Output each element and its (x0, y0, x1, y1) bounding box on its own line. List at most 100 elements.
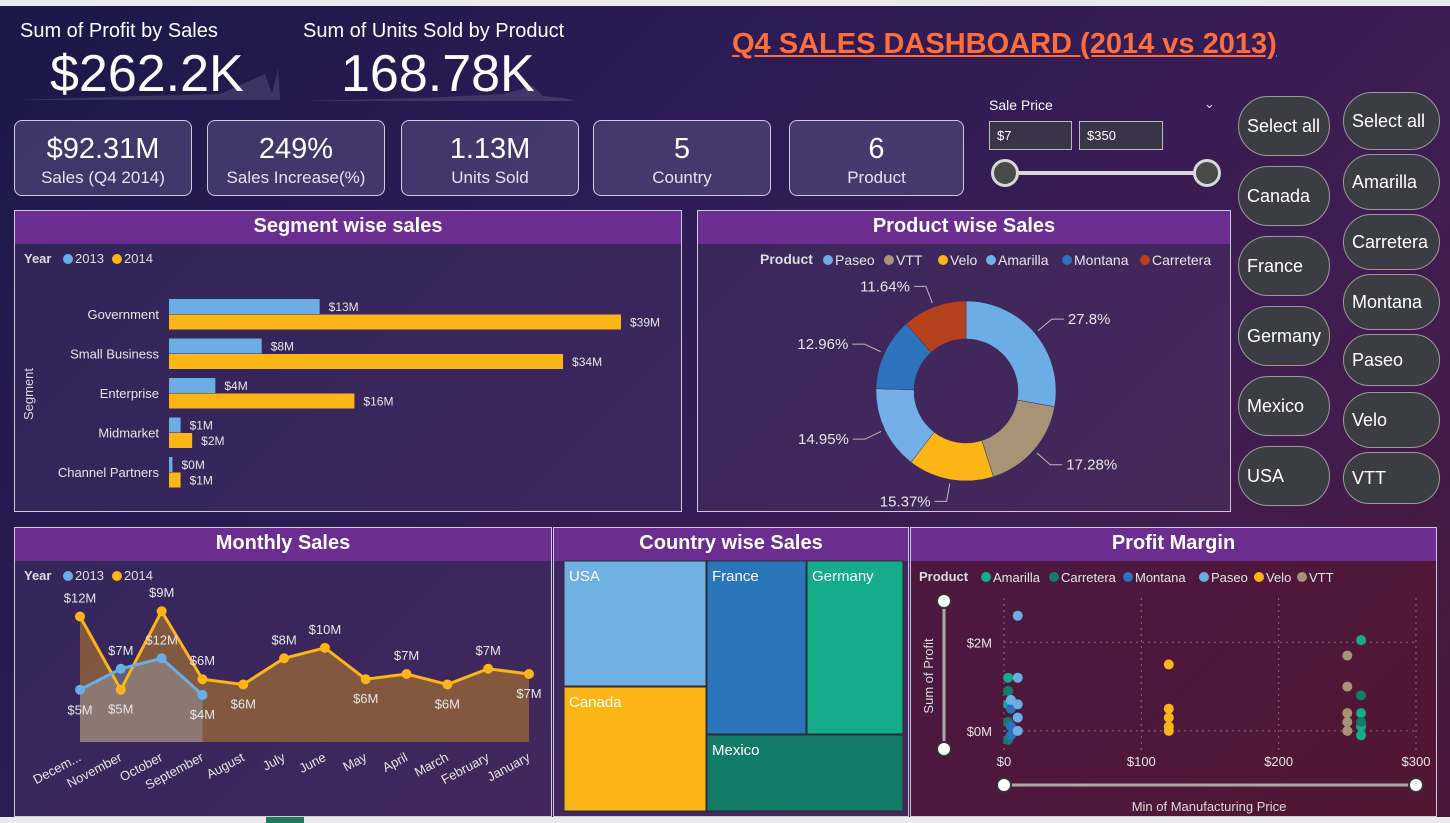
product-legend-item[interactable]: VTT (896, 252, 923, 268)
monthly-2014-point[interactable] (75, 611, 85, 622)
segment-bar-2014[interactable] (169, 433, 193, 448)
monthly-panel: Monthly Sales Year 2013 2014 $12M $5M $9M $… (14, 527, 552, 817)
profit-point-VTT[interactable] (1342, 725, 1353, 736)
segment-bar-2013[interactable] (169, 457, 173, 472)
product-legend-item[interactable]: Velo (950, 252, 977, 268)
monthly-2013-point[interactable] (115, 663, 126, 674)
country-germany[interactable]: Germany (1238, 306, 1330, 366)
profit-point-Carretera[interactable] (1356, 717, 1367, 727)
segment-bar-2013[interactable] (169, 417, 181, 433)
product-montana[interactable]: Montana (1343, 274, 1440, 330)
segment-bar-2014[interactable] (169, 354, 564, 369)
profit-y-tick: $2M (967, 635, 992, 650)
product-vtt[interactable]: VTT (1343, 452, 1440, 504)
profit-legend-item[interactable]: Paseo (1211, 570, 1248, 585)
sale-price-max-input[interactable]: $350 (1079, 121, 1163, 150)
segment-bar-2013[interactable] (169, 299, 320, 314)
profit-y-zoom-top-handle[interactable] (936, 593, 952, 609)
monthly-2014-point[interactable] (524, 669, 534, 679)
country-panel: Country wise Sales USA France Germany Canad… (553, 527, 909, 817)
profit-point-VTT[interactable] (1342, 650, 1353, 661)
profit-legend-item[interactable]: Carretera (1061, 570, 1117, 585)
profit-point-Amarilla[interactable] (1356, 708, 1367, 719)
product-carretera[interactable]: Carretera (1343, 214, 1440, 270)
profit-x-zoom-right-handle[interactable] (1408, 777, 1424, 793)
country-france[interactable]: France (1238, 236, 1330, 296)
product-select-all[interactable]: Select all (1343, 92, 1440, 150)
monthly-2013-point[interactable] (156, 653, 167, 664)
segment-bar-2013[interactable] (169, 338, 262, 354)
profit-legend-item[interactable]: Amarilla (993, 570, 1041, 585)
country-select-all[interactable]: Select all (1238, 96, 1330, 156)
monthly-2013-value-label: $4M (190, 707, 215, 722)
segment-bar-2014[interactable] (169, 393, 355, 409)
segment-bar-2014[interactable] (169, 314, 621, 330)
product-panel: Product wise Sales Product Paseo VTT Velo A… (697, 210, 1231, 512)
chevron-down-icon[interactable]: ⌄ (1204, 96, 1215, 112)
profit-point-Amarilla[interactable] (1356, 635, 1367, 646)
product-legend-item[interactable]: Montana (1074, 252, 1129, 268)
profit-point-Paseo[interactable] (1012, 672, 1023, 683)
product-velo[interactable]: Velo (1343, 392, 1440, 448)
sale-price-slider-track[interactable] (1006, 171, 1208, 175)
profit-point-Amarilla[interactable] (1356, 730, 1367, 741)
profit-point-VTT[interactable] (1342, 708, 1353, 719)
dashboard-title: Q4 SALES DASHBOARD (2014 vs 2013) (732, 28, 1277, 60)
profit-point-VTT[interactable] (1342, 717, 1353, 727)
country-tile-France[interactable] (706, 560, 807, 735)
product-slice-VTT[interactable] (981, 399, 1055, 478)
monthly-2014-point[interactable] (360, 674, 371, 685)
product-amarilla[interactable]: Amarilla (1343, 154, 1440, 210)
profit-point-Carretera[interactable] (1356, 690, 1367, 701)
country-usa[interactable]: USA (1238, 446, 1330, 506)
monthly-2013-point[interactable] (197, 689, 208, 700)
product-legend-item[interactable]: Carretera (1152, 252, 1211, 268)
country-tile-Germany[interactable] (806, 560, 904, 735)
profit-point-Amarilla[interactable] (1003, 672, 1014, 683)
monthly-2014-point[interactable] (401, 669, 412, 679)
product-legend-item[interactable]: Paseo (835, 252, 875, 268)
profit-point-Paseo[interactable] (1012, 610, 1023, 621)
product-paseo[interactable]: Paseo (1343, 334, 1440, 386)
segment-panel: Segment wise sales Year 2013 2014 Segmen… (14, 210, 682, 512)
country-canada[interactable]: Canada (1238, 166, 1330, 226)
profit-point-Velo[interactable] (1163, 703, 1174, 714)
monthly-2014-point[interactable] (442, 679, 453, 690)
profit-point-Velo[interactable] (1163, 725, 1174, 736)
profit-legend-item[interactable]: Velo (1266, 570, 1291, 585)
profit-point-Paseo[interactable] (1012, 725, 1023, 736)
sale-price-min-input[interactable]: $7 (989, 121, 1072, 150)
monthly-legend-2013-dot (63, 571, 73, 581)
profit-point-Paseo[interactable] (1012, 712, 1023, 723)
profit-point-Velo[interactable] (1163, 712, 1174, 723)
country-mexico[interactable]: Mexico (1238, 376, 1330, 436)
profit-scatter-chart: Product Amarilla Carretera Montana Paseo Vel… (919, 569, 1430, 814)
profit-point-Carretera[interactable] (1003, 686, 1014, 696)
monthly-2014-point[interactable] (483, 663, 494, 674)
profit-y-zoom-bottom-handle[interactable] (936, 741, 952, 757)
monthly-2014-point[interactable] (238, 679, 249, 690)
profit-legend-item[interactable]: Montana (1135, 570, 1186, 585)
sale-price-slider-max-handle[interactable] (1193, 159, 1221, 187)
profit-point-VTT[interactable] (1342, 681, 1353, 692)
country-tile-label: Germany (812, 568, 874, 585)
segment-chart: Year 2013 2014 Segment Government $13M $39… (21, 251, 660, 488)
monthly-2014-point[interactable] (156, 606, 167, 617)
sale-price-slider-min-handle[interactable] (991, 159, 1019, 187)
profit-x-zoom-left-handle[interactable] (996, 777, 1012, 793)
profit-point-Paseo[interactable] (1005, 694, 1016, 705)
profit-point-Velo[interactable] (1163, 659, 1174, 670)
monthly-2014-point[interactable] (197, 674, 208, 685)
product-legend-item[interactable]: Amarilla (998, 252, 1049, 268)
monthly-chart: Year 2013 2014 $12M $5M $9M $6M $6M $8M $10M $6… (24, 568, 542, 793)
monthly-2013-point[interactable] (75, 684, 85, 695)
active-page-tab[interactable] (266, 817, 304, 823)
product-slice-Paseo[interactable] (965, 300, 1057, 408)
monthly-2014-point[interactable] (279, 653, 290, 664)
monthly-2014-point[interactable] (319, 642, 330, 653)
segment-bar-2013[interactable] (169, 378, 216, 393)
monthly-2014-point[interactable] (115, 684, 126, 695)
profit-legend-item[interactable]: VTT (1309, 570, 1334, 585)
segment-bar-2014[interactable] (169, 472, 181, 488)
product-amarilla-label: Amarilla (1352, 171, 1418, 192)
